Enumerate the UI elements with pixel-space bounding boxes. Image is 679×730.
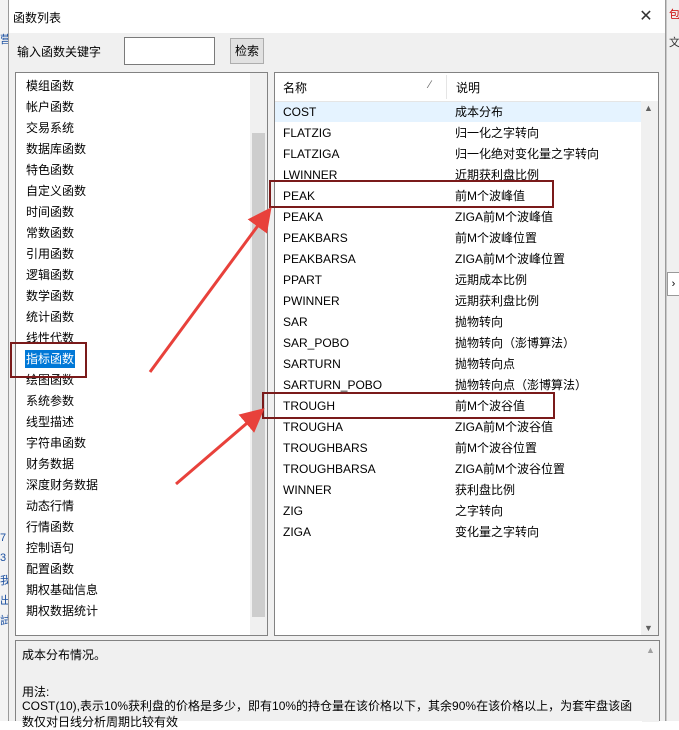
arrow-to-trough (175, 408, 265, 486)
annotation-arrows (148, 207, 272, 486)
arrow-to-peak (148, 207, 272, 373)
